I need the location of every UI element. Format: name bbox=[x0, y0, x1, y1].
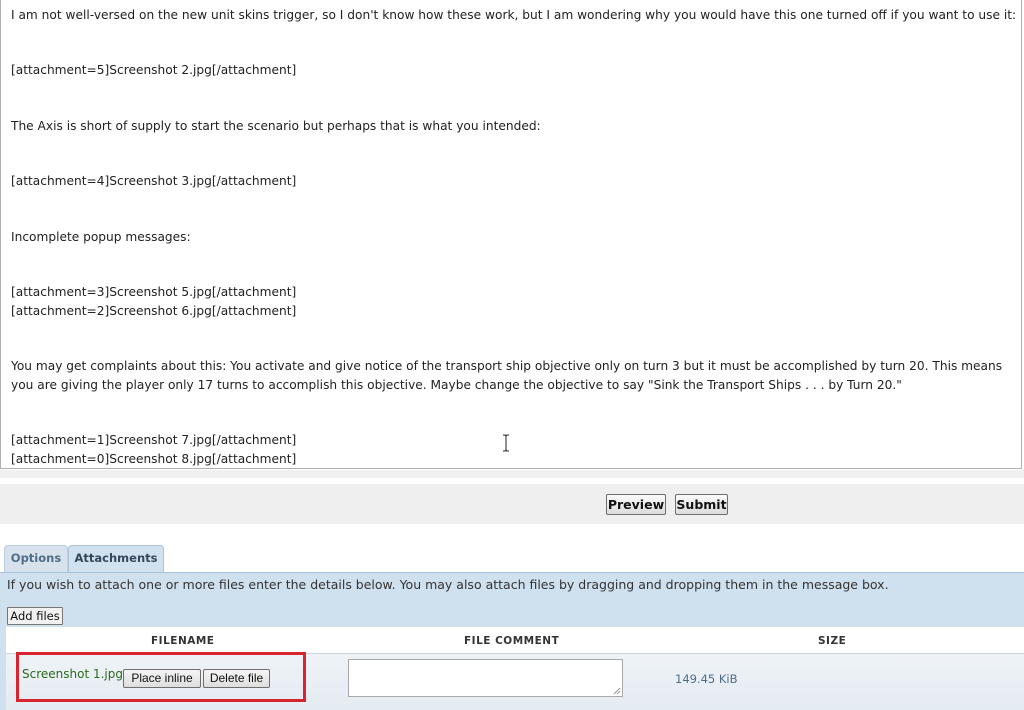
text-cursor-icon bbox=[503, 434, 509, 452]
message-line: [attachment=3]Screenshot 5.jpg[/attachme… bbox=[11, 285, 297, 299]
attachment-filename: Screenshot 1.jpg bbox=[22, 667, 123, 681]
attachment-file-size: 149.45 KiB bbox=[675, 672, 738, 686]
column-header-file-comment: FILE COMMENT bbox=[464, 635, 560, 647]
message-line: [attachment=5]Screenshot 2.jpg[/attachme… bbox=[11, 63, 297, 77]
column-header-size: SIZE bbox=[818, 635, 847, 647]
file-list: FILENAME FILE COMMENT SIZE Screenshot 1.… bbox=[6, 627, 1024, 710]
message-line: The Axis is short of supply to start the… bbox=[11, 119, 541, 133]
message-line: [attachment=0]Screenshot 8.jpg[/attachme… bbox=[11, 452, 297, 466]
message-line: You may get complaints about this: You a… bbox=[11, 359, 1003, 392]
preview-button[interactable]: Preview bbox=[606, 494, 666, 515]
submit-button[interactable]: Submit bbox=[675, 494, 728, 515]
tab-attachments[interactable]: Attachments bbox=[68, 545, 164, 573]
column-header-filename: FILENAME bbox=[151, 635, 215, 647]
message-line: [attachment=1]Screenshot 7.jpg[/attachme… bbox=[11, 433, 297, 447]
table-row: Screenshot 1.jpg Place inline Delete fil… bbox=[6, 654, 1024, 710]
message-editor[interactable]: I am not well-versed on the new unit ski… bbox=[0, 0, 1022, 469]
file-comment-input[interactable] bbox=[348, 659, 623, 697]
attachments-panel: If you wish to attach one or more files … bbox=[0, 572, 1024, 710]
resize-grip-icon[interactable] bbox=[613, 687, 621, 695]
editor-bottom-strip bbox=[0, 470, 1024, 478]
delete-file-button[interactable]: Delete file bbox=[203, 669, 270, 688]
message-line: [attachment=2]Screenshot 6.jpg[/attachme… bbox=[11, 304, 297, 318]
add-files-button[interactable]: Add files bbox=[7, 607, 63, 625]
submit-bar: Preview Submit bbox=[0, 484, 1024, 524]
tab-options[interactable]: Options bbox=[4, 545, 68, 572]
place-inline-button[interactable]: Place inline bbox=[123, 669, 201, 688]
attachments-info-text: If you wish to attach one or more files … bbox=[7, 577, 889, 592]
message-line: [attachment=4]Screenshot 3.jpg[/attachme… bbox=[11, 174, 297, 188]
message-line: I am not well-versed on the new unit ski… bbox=[11, 8, 1017, 22]
message-line: Incomplete popup messages: bbox=[11, 230, 191, 244]
